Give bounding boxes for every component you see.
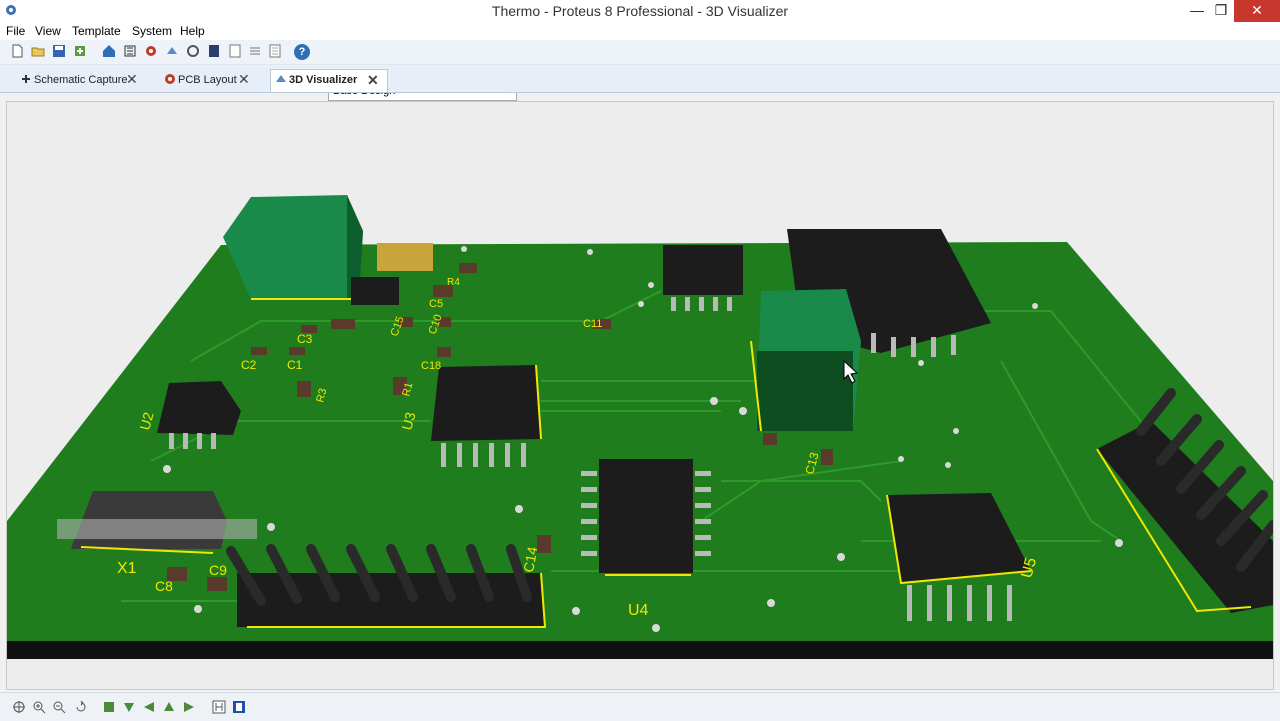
design-explorer-icon[interactable] bbox=[228, 44, 242, 58]
left-view-icon[interactable] bbox=[142, 700, 156, 714]
help-icon[interactable]: ? bbox=[294, 44, 310, 60]
label-u4: U4 bbox=[628, 602, 649, 619]
label-c9: C9 bbox=[209, 562, 227, 578]
pcb-3d-render[interactable]: U4 U5 U3 U2 X1 C1 C2 C3 C5 C8 C9 C10 C11… bbox=[7, 102, 1273, 689]
relay-component bbox=[223, 195, 363, 299]
save-icon[interactable] bbox=[52, 44, 66, 58]
pcb-board-edge bbox=[7, 641, 1273, 659]
smd-component bbox=[351, 277, 399, 305]
3d-visualizer-icon bbox=[276, 75, 286, 82]
pcb-icon[interactable] bbox=[144, 44, 158, 58]
dimension-icon[interactable] bbox=[212, 700, 226, 714]
pan-icon[interactable] bbox=[12, 700, 26, 714]
close-tab-icon[interactable]: ✕ bbox=[238, 71, 250, 88]
title-bar: Thermo - Proteus 8 Professional - 3D Vis… bbox=[0, 0, 1280, 23]
tantalum-capacitor bbox=[377, 243, 433, 271]
schematic-capture-icon bbox=[22, 75, 30, 83]
pcb-layout-icon bbox=[165, 74, 175, 84]
menu-system[interactable]: System bbox=[132, 24, 172, 38]
import-icon[interactable] bbox=[73, 44, 87, 58]
tab-label: PCB Layout bbox=[178, 74, 237, 86]
front-view-icon[interactable] bbox=[122, 700, 136, 714]
crystal-leads bbox=[57, 519, 257, 539]
gerber-icon[interactable] bbox=[186, 44, 200, 58]
top-view-icon[interactable] bbox=[102, 700, 116, 714]
close-tab-icon[interactable]: ✕ bbox=[367, 72, 379, 89]
tab-schematic-capture[interactable]: Schematic Capture ✕ bbox=[16, 70, 146, 90]
component-view-icon[interactable] bbox=[232, 700, 246, 714]
right-view-icon[interactable] bbox=[182, 700, 196, 714]
open-folder-icon[interactable] bbox=[31, 44, 45, 58]
menu-template[interactable]: Template bbox=[72, 24, 121, 38]
home-icon[interactable] bbox=[102, 44, 116, 58]
3d-viewport[interactable]: U4 U5 U3 U2 X1 C1 C2 C3 C5 C8 C9 C10 C11… bbox=[6, 101, 1274, 690]
label-c3: C3 bbox=[297, 332, 313, 346]
ic-body-top bbox=[663, 245, 743, 295]
close-button[interactable]: ✕ bbox=[1234, 0, 1280, 22]
label-x1: X1 bbox=[117, 560, 137, 577]
menu-file[interactable]: File bbox=[6, 24, 25, 38]
green-module-side bbox=[757, 351, 853, 431]
tab-pcb-layout[interactable]: PCB Layout ✕ bbox=[160, 70, 256, 90]
view-toolbar bbox=[0, 692, 1280, 721]
menu-help[interactable]: Help bbox=[180, 24, 205, 38]
label-c2: C2 bbox=[241, 358, 257, 372]
rotate-icon[interactable] bbox=[74, 700, 88, 714]
ic-u4 bbox=[599, 459, 693, 573]
label-c5: C5 bbox=[429, 298, 443, 310]
close-tab-icon[interactable]: ✕ bbox=[126, 71, 138, 88]
label-c1: C1 bbox=[287, 358, 303, 372]
back-view-icon[interactable] bbox=[162, 700, 176, 714]
tab-label: 3D Visualizer bbox=[289, 74, 358, 86]
menu-view[interactable]: View bbox=[35, 24, 61, 38]
tab-3d-visualizer[interactable]: 3D Visualizer ✕ bbox=[270, 69, 388, 92]
label-c18: C18 bbox=[421, 360, 441, 372]
zoom-out-icon[interactable] bbox=[52, 700, 66, 714]
project-notes-icon[interactable] bbox=[268, 44, 282, 58]
bom-icon[interactable] bbox=[207, 44, 221, 58]
document-tabs: Schematic Capture ✕ PCB Layout ✕ 3D Visu… bbox=[0, 66, 1280, 93]
label-c11: C11 bbox=[583, 318, 602, 330]
tab-label: Schematic Capture bbox=[34, 74, 128, 86]
restore-button[interactable]: ❐ bbox=[1208, 0, 1234, 22]
window-title: Thermo - Proteus 8 Professional - 3D Vis… bbox=[491, 3, 789, 19]
minimize-button[interactable]: — bbox=[1184, 0, 1210, 22]
new-file-icon[interactable] bbox=[10, 44, 24, 58]
label-c8: C8 bbox=[155, 578, 173, 594]
notes-icon[interactable] bbox=[248, 44, 262, 58]
3d-view-icon[interactable] bbox=[165, 44, 179, 58]
zoom-in-icon[interactable] bbox=[32, 700, 46, 714]
label-r4: R4 bbox=[447, 277, 460, 288]
main-toolbar: ? Base Design ▼ bbox=[0, 40, 1280, 101]
schematic-icon[interactable] bbox=[123, 44, 137, 58]
menu-bar: File View Template System Help bbox=[0, 22, 1280, 40]
ic-u3 bbox=[431, 365, 541, 441]
